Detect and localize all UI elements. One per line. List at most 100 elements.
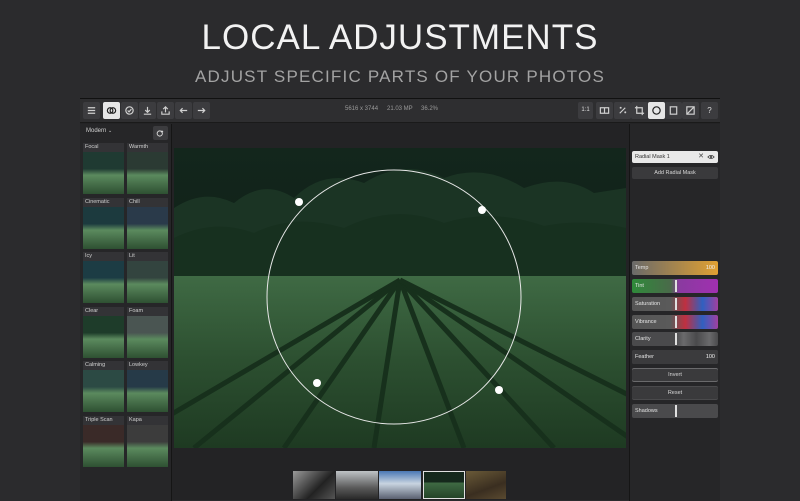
preset-thumbnail xyxy=(127,261,168,303)
presets-panel: Modern ⌄ Focal Warmth Cinematic Chill Icy Lit… xyxy=(80,124,172,501)
image-megapixels: 21.03 MP xyxy=(387,106,413,112)
photo-image xyxy=(174,148,626,448)
feather-label: Feather xyxy=(635,354,654,360)
preset-label: Kapa xyxy=(127,415,168,425)
preset-collection-select[interactable]: Modern ⌄ xyxy=(86,128,112,134)
slider-value: 100 xyxy=(705,265,715,271)
hero-banner: LOCAL ADJUSTMENTS ADJUST SPECIFIC PARTS … xyxy=(0,0,800,98)
photo-preview[interactable] xyxy=(174,148,626,448)
slider-vibrance[interactable]: Vibrance xyxy=(632,315,718,329)
share-icon[interactable] xyxy=(157,102,174,119)
preset-tile[interactable]: Lowkey xyxy=(127,361,168,412)
mask-selector[interactable]: Radial Mask 1 ✕ xyxy=(632,151,718,163)
image-dimensions: 5616 x 3744 xyxy=(345,106,379,112)
preset-thumbnail xyxy=(127,315,168,358)
menu-icon[interactable] xyxy=(83,102,100,119)
film-thumb[interactable] xyxy=(293,471,335,499)
radial-mask-icon[interactable] xyxy=(648,102,665,119)
actual-size-button[interactable]: 1:1 xyxy=(578,102,593,119)
slider-temp[interactable]: Temp 100 xyxy=(632,261,718,275)
preset-thumbnail xyxy=(83,315,124,358)
preset-label: Clear xyxy=(83,306,124,316)
slider-saturation[interactable]: Saturation xyxy=(632,297,718,311)
preset-thumbnail xyxy=(127,152,168,194)
hero-subtitle: ADJUST SPECIFIC PARTS OF YOUR PHOTOS xyxy=(194,67,606,86)
preset-tile[interactable]: Cinematic xyxy=(83,197,124,249)
preset-tile[interactable]: Focal xyxy=(83,143,124,194)
preset-thumbnail xyxy=(83,424,124,467)
film-thumb[interactable] xyxy=(379,471,421,499)
help-button[interactable]: ? xyxy=(701,102,718,119)
slider-tint[interactable]: Tint xyxy=(632,279,718,293)
preset-tile[interactable]: Lit xyxy=(127,252,168,303)
slider-label: Vibrance xyxy=(635,319,657,325)
undo-icon[interactable] xyxy=(175,102,192,119)
slider-label: Saturation xyxy=(635,301,661,307)
preset-label: Warmth xyxy=(127,143,168,152)
preset-label: Calming xyxy=(83,361,124,370)
preset-tile[interactable]: Warmth xyxy=(127,143,168,194)
slider-label: Temp xyxy=(635,265,649,271)
reset-button[interactable]: Reset xyxy=(632,387,718,399)
slider-knob[interactable] xyxy=(675,316,677,328)
toolbar: 5616 x 3744 21.03 MP 36.2% 1:1 ? xyxy=(80,99,720,123)
film-thumb-selected[interactable] xyxy=(423,471,465,499)
preset-thumbnail xyxy=(127,424,168,467)
preset-label: Lowkey xyxy=(127,361,168,370)
preset-tile[interactable]: Triple Scan xyxy=(83,415,124,467)
canvas-area xyxy=(173,124,628,475)
preset-tile[interactable]: Foam xyxy=(127,306,168,358)
app-window: 5616 x 3744 21.03 MP 36.2% 1:1 ? Modern … xyxy=(80,98,720,501)
preset-label: Chill xyxy=(127,197,168,207)
preset-label: Triple Scan xyxy=(83,415,124,425)
preset-thumbnail xyxy=(83,261,124,303)
slider-label: Clarity xyxy=(635,336,651,342)
looks-icon[interactable] xyxy=(121,102,138,119)
chevron-down-icon: ⌄ xyxy=(108,128,113,134)
crop-icon[interactable] xyxy=(631,102,648,119)
preset-thumbnail xyxy=(83,152,124,194)
slider-knob[interactable] xyxy=(675,333,677,345)
preset-label: Lit xyxy=(127,252,168,261)
slider-shadows[interactable]: Shadows xyxy=(632,404,718,418)
film-thumb[interactable] xyxy=(466,471,506,499)
slider-clarity[interactable]: Clarity xyxy=(632,332,718,346)
ai-adjust-icon[interactable] xyxy=(614,102,631,119)
slider-knob[interactable] xyxy=(675,280,677,292)
import-icon[interactable] xyxy=(139,102,156,119)
preset-tile[interactable]: Chill xyxy=(127,197,168,249)
preset-collection-label: Modern xyxy=(86,128,107,134)
preset-label: Cinematic xyxy=(83,197,124,207)
compare-icon[interactable] xyxy=(596,102,613,119)
slider-label: Tint xyxy=(635,283,644,289)
mask-name: Radial Mask 1 xyxy=(635,154,670,160)
filmstrip xyxy=(173,469,628,501)
close-icon[interactable]: ✕ xyxy=(698,151,704,163)
eye-icon[interactable] xyxy=(707,153,715,161)
hero-title: LOCAL ADJUSTMENTS xyxy=(201,18,599,57)
preset-tile[interactable]: Calming xyxy=(83,361,124,412)
preset-thumbnail xyxy=(127,206,168,249)
preset-tile[interactable]: Clear xyxy=(83,306,124,358)
slider-knob[interactable] xyxy=(675,405,677,417)
adjustments-panel: Radial Mask 1 ✕ Add Radial Mask Temp 100 T… xyxy=(629,124,720,501)
feather-value: 100 xyxy=(705,354,715,360)
preset-tile[interactable]: Kapa xyxy=(127,415,168,467)
preset-tile[interactable]: Icy xyxy=(83,252,124,303)
redo-icon[interactable] xyxy=(193,102,210,119)
add-radial-mask-button[interactable]: Add Radial Mask xyxy=(632,167,718,179)
feather-slider[interactable]: Feather 100 xyxy=(632,350,718,364)
linear-mask-icon[interactable] xyxy=(665,102,682,119)
preset-label: Focal xyxy=(83,143,124,152)
slider-label: Shadows xyxy=(635,408,658,414)
brush-mask-icon[interactable] xyxy=(682,102,699,119)
film-thumb[interactable] xyxy=(336,471,378,499)
preset-label: Icy xyxy=(83,252,124,261)
preset-thumbnail xyxy=(83,370,124,412)
presets-icon[interactable] xyxy=(103,102,120,119)
preset-thumbnail xyxy=(127,370,168,412)
slider-knob[interactable] xyxy=(675,298,677,310)
invert-button[interactable]: Invert xyxy=(632,369,718,381)
zoom-level: 36.2% xyxy=(421,106,439,112)
manage-presets-icon[interactable] xyxy=(153,126,168,140)
